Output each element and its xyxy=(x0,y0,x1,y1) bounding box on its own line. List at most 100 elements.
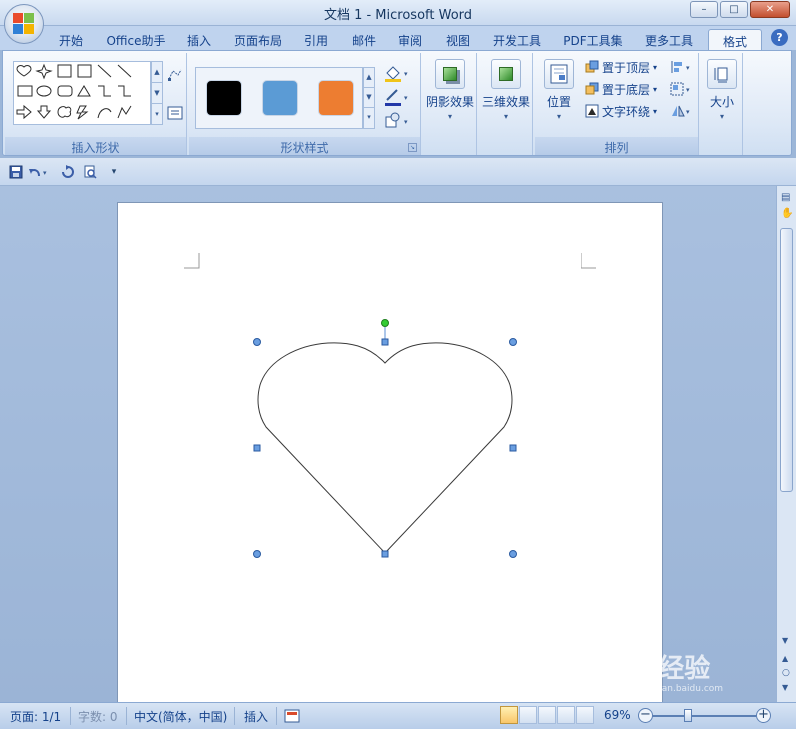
next-page-icon[interactable]: ▼ xyxy=(782,683,788,692)
text-wrapping-button[interactable]: 文字环绕 ▾ xyxy=(585,101,657,121)
resize-handle-bottom[interactable] xyxy=(381,550,389,558)
status-divider xyxy=(70,707,71,725)
tab-page-layout[interactable]: 页面布局 xyxy=(228,29,288,50)
shadow-effects-label: 阴影效果 xyxy=(425,95,474,109)
3d-effects-button[interactable]: 三维效果 ▾ xyxy=(479,59,533,121)
zoom-slider[interactable] xyxy=(652,715,756,717)
word-count[interactable]: 字数: 0 xyxy=(78,708,118,725)
help-icon[interactable]: ? xyxy=(771,29,788,46)
minimize-button[interactable]: – xyxy=(690,1,718,18)
tab-mailings[interactable]: 邮件 xyxy=(346,29,382,50)
resize-handle-top-left[interactable] xyxy=(253,338,261,346)
style-swatch-blue[interactable] xyxy=(262,80,298,116)
save-icon[interactable] xyxy=(8,164,24,180)
tab-review[interactable]: 审阅 xyxy=(392,29,428,50)
margin-corner-top-right xyxy=(581,253,596,269)
tab-more-tools[interactable]: 更多工具 xyxy=(638,29,700,50)
shapes-gallery-scroll[interactable]: ▲ ▼ ▾ xyxy=(151,61,163,125)
svg-text:▾: ▾ xyxy=(404,94,408,102)
size-button[interactable]: 大小 ▾ xyxy=(701,59,743,121)
insert-mode-indicator[interactable]: 插入 xyxy=(244,708,268,725)
vertical-scrollbar[interactable]: ▤ ✋ ▼ ▲ ○ ▼ xyxy=(776,186,796,702)
customize-toolbar-icon[interactable]: ▾ xyxy=(106,164,122,180)
draft-view-icon[interactable] xyxy=(576,706,594,724)
dropdown-arrow-icon: ▾ xyxy=(503,112,508,121)
shape-styles-launcher-icon[interactable]: ↘ xyxy=(408,143,417,152)
position-button[interactable]: 位置 ▾ xyxy=(539,59,579,121)
undo-icon[interactable]: ▾ xyxy=(28,164,50,180)
bring-to-front-button[interactable]: 置于顶层 ▾ xyxy=(585,57,657,77)
text-wrapping-icon xyxy=(585,104,599,118)
tab-references[interactable]: 引用 xyxy=(298,29,334,50)
scroll-up-icon[interactable]: ▲ xyxy=(364,68,374,88)
resize-handle-top[interactable] xyxy=(381,338,389,346)
gallery-more-icon[interactable]: ▾ xyxy=(364,108,374,128)
align-icon[interactable]: ▾ xyxy=(669,59,695,78)
gallery-more-icon[interactable]: ▾ xyxy=(152,104,162,125)
print-preview-icon[interactable] xyxy=(82,164,98,180)
redo-icon[interactable] xyxy=(60,164,76,180)
scroll-up-icon[interactable]: ▲ xyxy=(152,62,162,83)
zoom-in-button[interactable]: + xyxy=(756,708,771,723)
maximize-button[interactable]: □ xyxy=(720,1,748,18)
rotate-handle[interactable] xyxy=(381,319,389,327)
shape-styles-scroll[interactable]: ▲ ▼ ▾ xyxy=(363,67,375,129)
style-swatch-orange[interactable] xyxy=(318,80,354,116)
fill-color-icon[interactable]: ▾ xyxy=(383,63,413,86)
page-count[interactable]: 页面: 1/1 xyxy=(10,708,61,725)
group-label-insert-shapes: 插入形状 xyxy=(5,137,186,155)
close-button[interactable]: ✕ xyxy=(750,1,790,18)
edit-shape-icon[interactable] xyxy=(167,67,183,86)
outline-view-icon[interactable] xyxy=(557,706,575,724)
status-divider xyxy=(276,707,277,725)
send-to-back-button[interactable]: 置于底层 ▾ xyxy=(585,79,657,99)
bring-to-front-icon xyxy=(585,60,599,73)
rotate-icon[interactable]: ▾ xyxy=(669,103,695,122)
previous-page-icon[interactable]: ▲ xyxy=(782,654,788,663)
document-page[interactable] xyxy=(117,202,663,704)
scroll-down-icon[interactable]: ▼ xyxy=(152,83,162,104)
line-color-icon[interactable]: ▾ xyxy=(383,87,413,110)
style-swatch-black[interactable] xyxy=(206,80,242,116)
dropdown-arrow-icon: ▾ xyxy=(719,112,724,121)
resize-handle-bottom-right[interactable] xyxy=(509,550,517,558)
tab-format[interactable]: 格式 xyxy=(708,29,762,50)
shadow-effects-icon xyxy=(435,59,465,89)
tab-insert[interactable]: 插入 xyxy=(182,29,216,50)
scroll-down-icon[interactable]: ▼ xyxy=(782,636,788,645)
resize-handle-bottom-left[interactable] xyxy=(253,550,261,558)
tab-home[interactable]: 开始 xyxy=(52,29,90,50)
tab-pdf-tools[interactable]: PDF工具集 xyxy=(558,29,628,50)
full-screen-reading-view-icon[interactable] xyxy=(519,706,537,724)
office-logo-icon xyxy=(13,13,35,35)
rectangle-shape-icon xyxy=(17,85,33,97)
zoom-level[interactable]: 69% xyxy=(604,708,631,722)
text-box-icon[interactable] xyxy=(167,105,183,124)
down-arrow-shape-icon xyxy=(36,105,52,119)
print-layout-view-icon[interactable] xyxy=(500,706,518,724)
scroll-down-icon[interactable]: ▼ xyxy=(364,88,374,108)
shadow-effects-button[interactable]: 阴影效果 ▾ xyxy=(423,59,477,121)
office-button[interactable] xyxy=(4,4,44,44)
tab-developer[interactable]: 开发工具 xyxy=(486,29,548,50)
web-layout-view-icon[interactable] xyxy=(538,706,556,724)
size-label: 大小 xyxy=(709,95,734,109)
resize-handle-left[interactable] xyxy=(253,444,261,452)
dropdown-arrow-icon: ▾ xyxy=(556,112,561,121)
group-objects-icon[interactable]: ▾ xyxy=(669,81,695,100)
browse-object-icon[interactable]: ○ xyxy=(782,668,790,678)
tab-view[interactable]: 视图 xyxy=(440,29,476,50)
ruler-toggle-icon[interactable]: ▤ xyxy=(781,192,790,203)
pan-hand-icon[interactable]: ✋ xyxy=(781,208,793,219)
macro-record-icon[interactable] xyxy=(284,708,300,727)
tab-office-assistant[interactable]: Office助手 xyxy=(100,29,172,50)
zoom-slider-thumb[interactable] xyxy=(684,709,692,722)
send-to-back-icon xyxy=(585,82,599,95)
zoom-out-button[interactable]: − xyxy=(638,708,653,723)
change-shape-icon[interactable]: ▾ xyxy=(383,111,413,134)
vertical-scroll-thumb[interactable] xyxy=(780,228,793,492)
resize-handle-right[interactable] xyxy=(509,444,517,452)
language-indicator[interactable]: 中文(简体，中国) xyxy=(134,708,227,725)
resize-handle-top-right[interactable] xyxy=(509,338,517,346)
heart-shape[interactable] xyxy=(257,342,513,554)
